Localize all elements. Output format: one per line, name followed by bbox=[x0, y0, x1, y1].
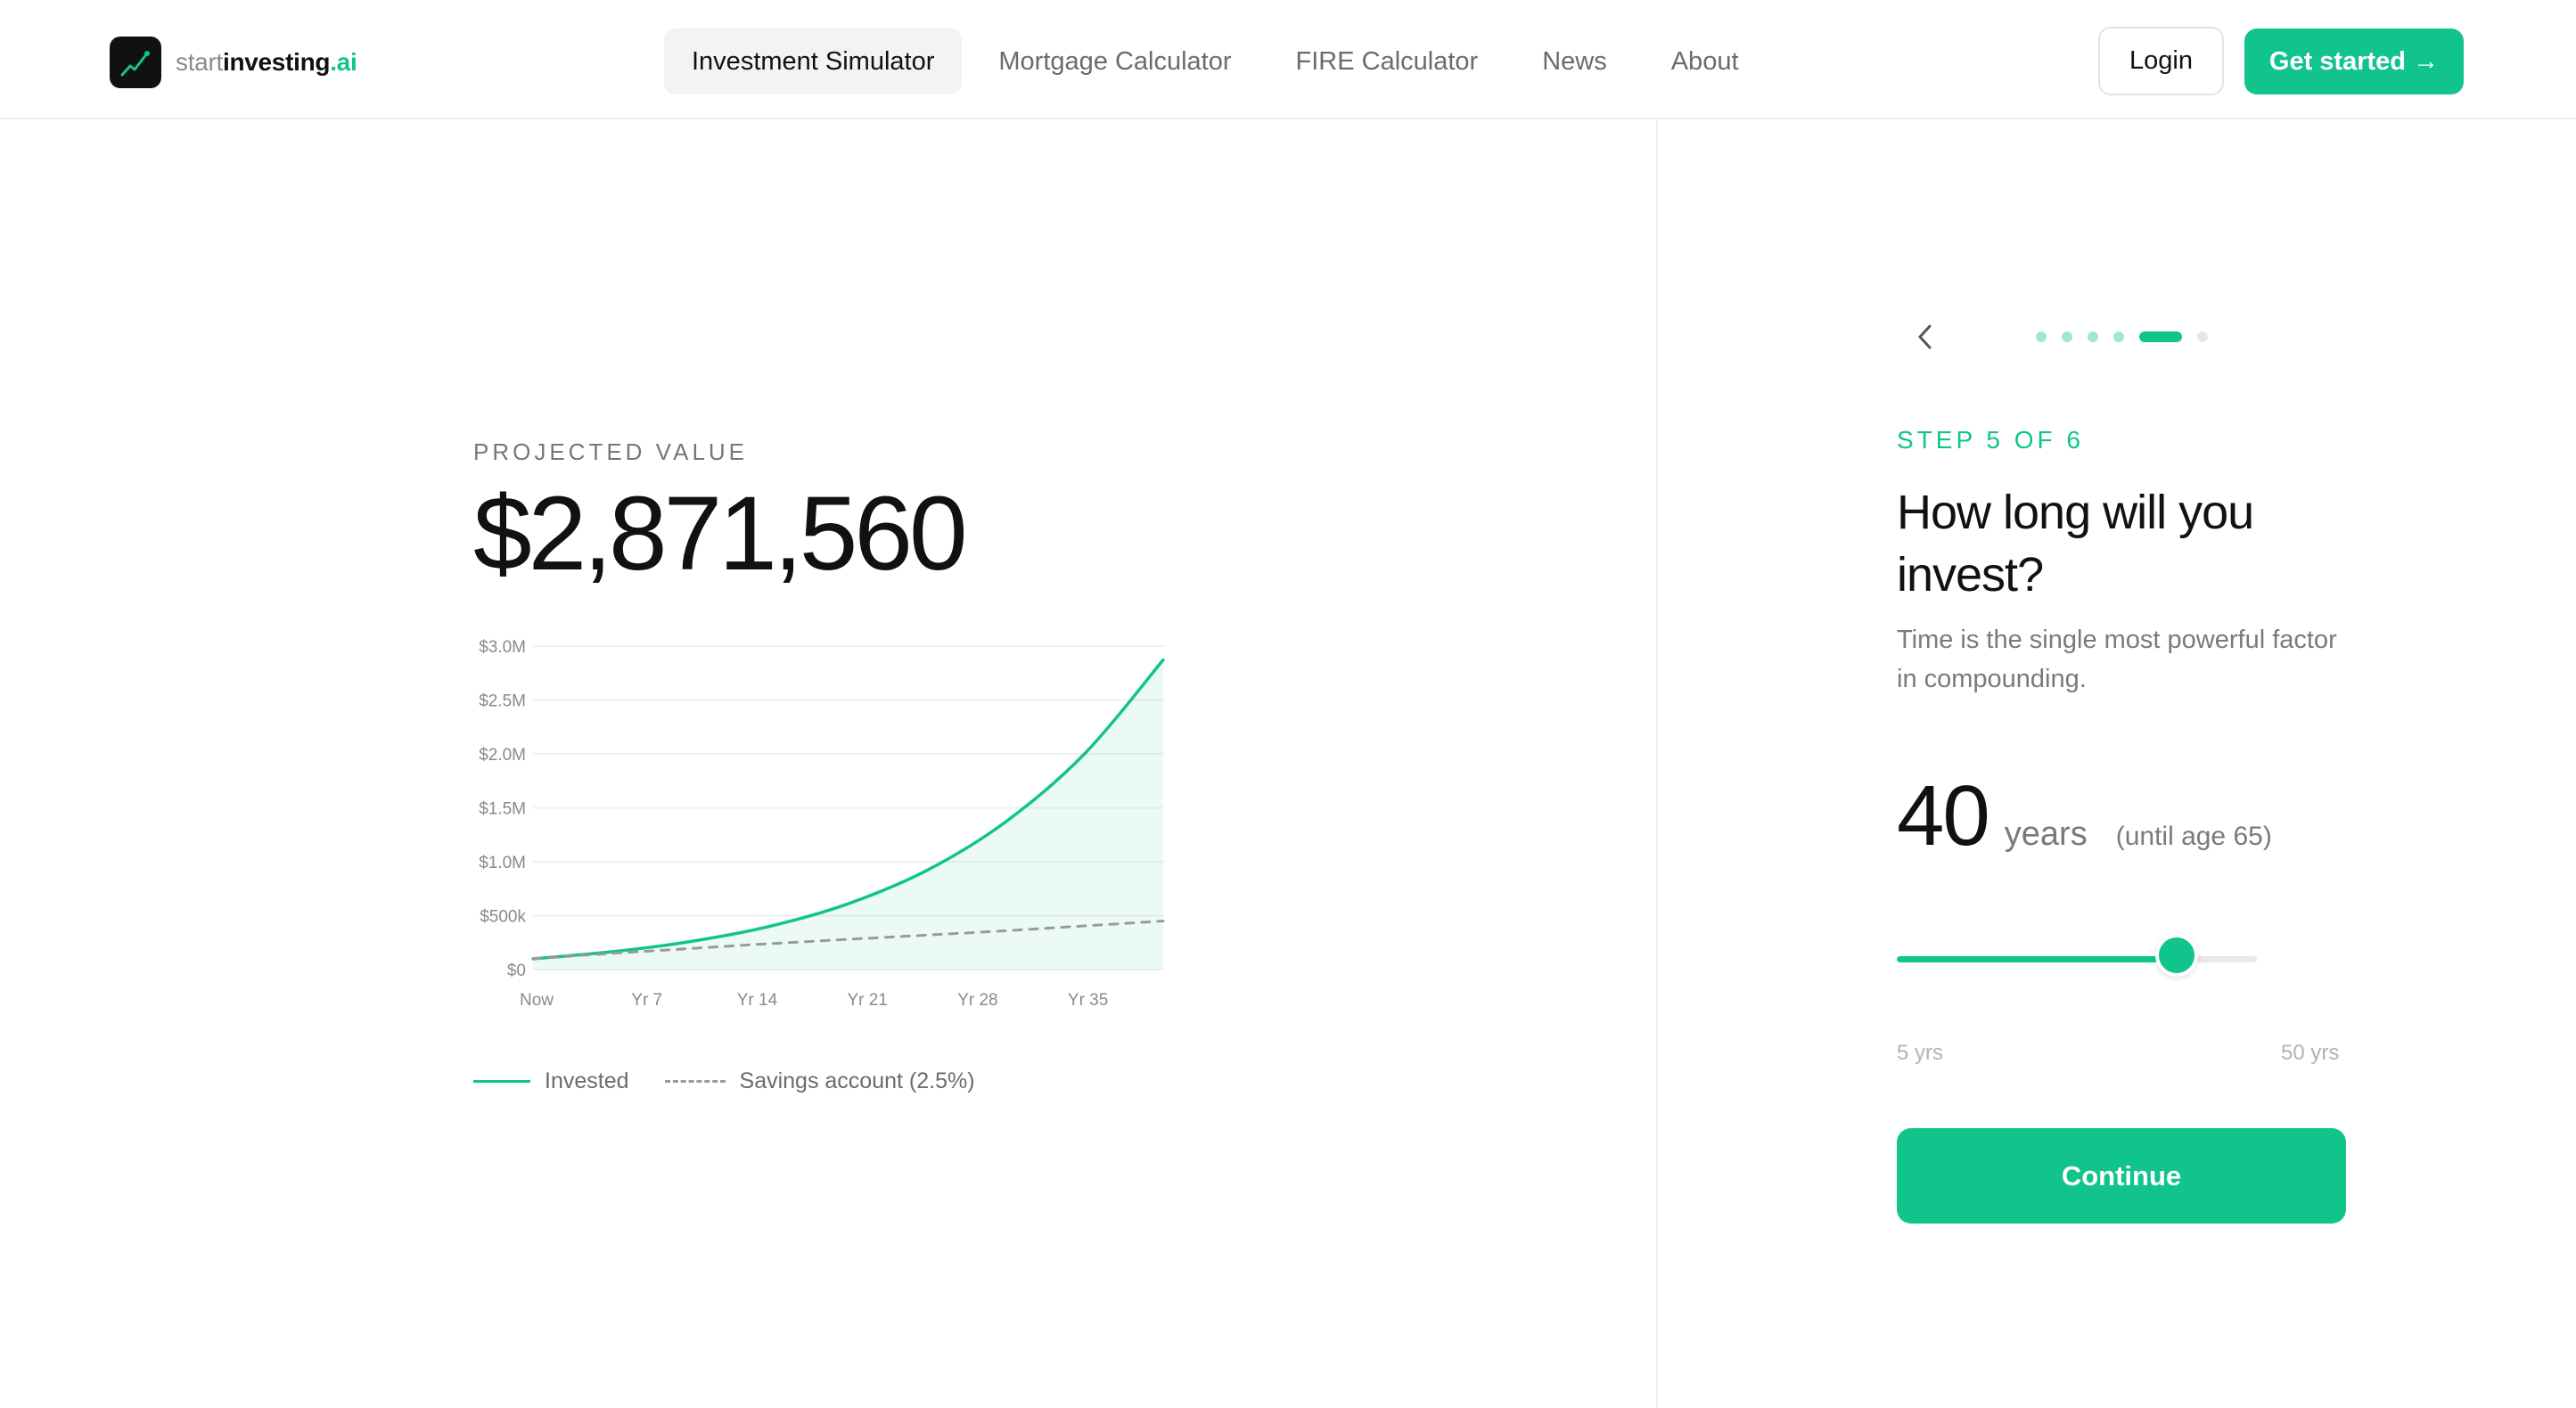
y-tick-label: $2.5M bbox=[479, 692, 526, 711]
step-dot-5[interactable] bbox=[2139, 332, 2182, 342]
logo[interactable]: startinvesting.ai bbox=[110, 37, 357, 88]
legend-label-invested: Invested bbox=[545, 1068, 629, 1093]
y-tick-label: $1.5M bbox=[479, 800, 526, 819]
step-dot-4[interactable] bbox=[2113, 332, 2124, 342]
login-button[interactable]: Login bbox=[2098, 27, 2224, 95]
years-unit: years bbox=[2004, 815, 2088, 853]
step-dot-6[interactable] bbox=[2197, 332, 2208, 342]
continue-button[interactable]: Continue bbox=[1897, 1128, 2346, 1224]
step-description: Time is the single most powerful factor … bbox=[1897, 626, 2337, 693]
chart-legend: Invested Savings account (2.5%) bbox=[473, 1066, 975, 1096]
x-tick-label: Now bbox=[520, 991, 554, 1010]
legend-swatch-invested bbox=[473, 1079, 530, 1083]
nav-fire-calculator[interactable]: FIRE Calculator bbox=[1268, 29, 1506, 94]
projected-value-label: PROJECTED VALUE bbox=[473, 438, 749, 465]
step-question: How long will you invest? bbox=[1897, 486, 2254, 602]
step-dot-3[interactable] bbox=[2088, 332, 2098, 342]
slider-min-label: 5 yrs bbox=[1897, 1041, 1944, 1065]
years-slider[interactable] bbox=[1897, 934, 2257, 978]
logo-text: startinvesting.ai bbox=[176, 48, 357, 76]
x-tick-label: Yr 7 bbox=[631, 991, 662, 1010]
x-tick-label: Yr 14 bbox=[737, 991, 778, 1010]
series-area-invested bbox=[533, 659, 1163, 970]
chevron-left-icon bbox=[1918, 324, 1932, 349]
slider-fill bbox=[1897, 956, 2178, 962]
slider-max-label: 50 yrs bbox=[2281, 1041, 2340, 1065]
main-nav: Investment Simulator Mortgage Calculator… bbox=[664, 29, 1767, 94]
nav-news[interactable]: News bbox=[1514, 29, 1635, 94]
y-tick-label: $1.0M bbox=[479, 854, 526, 872]
back-button[interactable] bbox=[1912, 321, 1939, 353]
years-display: 40 years (until age 65) bbox=[1897, 774, 2272, 859]
y-tick-label: $3.0M bbox=[479, 638, 526, 657]
panel-divider bbox=[1656, 119, 1658, 1408]
step-label: STEP 5 OF 6 bbox=[1897, 426, 2084, 454]
y-tick-label: $500k bbox=[480, 908, 526, 927]
slider-thumb[interactable] bbox=[2155, 934, 2199, 977]
trend-up-icon bbox=[110, 37, 161, 88]
get-started-button[interactable]: Get started → bbox=[2244, 29, 2464, 94]
nav-mortgage-calculator[interactable]: Mortgage Calculator bbox=[971, 29, 1259, 94]
nav-investment-simulator[interactable]: Investment Simulator bbox=[664, 29, 963, 94]
nav-about[interactable]: About bbox=[1644, 29, 1767, 94]
legend-label-savings: Savings account (2.5%) bbox=[739, 1068, 975, 1093]
projection-chart: $0 $500k $1.0M $1.5M $2.0M $2.5M $3.0M Now Yr 7 Y… bbox=[479, 638, 1165, 1010]
top-navbar: startinvesting.ai Investment Simulator M… bbox=[0, 0, 2576, 119]
step-progress-dots bbox=[2036, 330, 2223, 344]
years-value: 40 bbox=[1897, 768, 1990, 864]
years-note: (until age 65) bbox=[2115, 822, 2272, 851]
x-tick-label: Yr 28 bbox=[957, 991, 997, 1010]
y-tick-label: $0 bbox=[507, 962, 526, 980]
x-tick-label: Yr 21 bbox=[847, 991, 887, 1010]
x-tick-label: Yr 35 bbox=[1068, 991, 1108, 1010]
step-dot-1[interactable] bbox=[2036, 332, 2047, 342]
legend-swatch-savings bbox=[664, 1079, 726, 1083]
step-dot-2[interactable] bbox=[2062, 332, 2072, 342]
y-tick-label: $2.0M bbox=[479, 746, 526, 765]
projected-value: $2,871,560 bbox=[473, 475, 968, 593]
